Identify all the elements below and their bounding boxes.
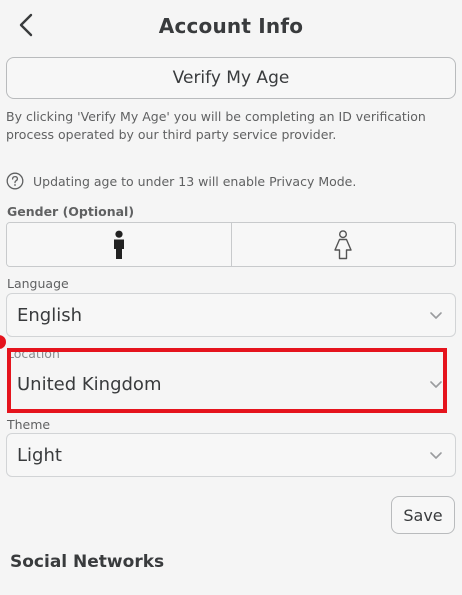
theme-label: Theme	[7, 417, 51, 432]
location-label: Location	[7, 346, 60, 361]
chevron-down-icon	[430, 381, 442, 388]
location-select[interactable]: United Kingdom	[6, 362, 456, 406]
verify-my-age-button[interactable]: Verify My Age	[6, 57, 456, 99]
privacy-mode-note: Updating age to under 13 will enable Pri…	[6, 170, 456, 192]
privacy-note-text: Updating age to under 13 will enable Pri…	[33, 173, 357, 189]
chevron-down-icon	[430, 312, 442, 319]
annotation-marker	[0, 335, 6, 349]
location-value: United Kingdom	[17, 373, 162, 395]
verification-disclaimer: By clicking 'Verify My Age' you will be …	[6, 109, 426, 143]
chevron-down-icon	[430, 452, 442, 459]
gender-label: Gender (Optional)	[7, 204, 135, 219]
female-icon	[334, 229, 352, 259]
gender-male-option[interactable]	[7, 223, 231, 266]
language-select[interactable]: English	[6, 293, 456, 337]
save-button[interactable]: Save	[391, 496, 455, 534]
chevron-left-icon	[19, 13, 33, 37]
male-icon	[113, 230, 124, 259]
help-icon[interactable]	[6, 172, 24, 190]
theme-select[interactable]: Light	[6, 433, 456, 477]
back-button[interactable]	[12, 9, 40, 41]
page-title: Account Info	[158, 14, 304, 38]
gender-female-option[interactable]	[230, 223, 455, 266]
language-value: English	[17, 304, 82, 326]
social-networks-heading: Social Networks	[10, 552, 165, 572]
language-label: Language	[7, 276, 69, 291]
top-bar: Account Info	[0, 0, 462, 52]
theme-value: Light	[17, 444, 62, 466]
gender-selector	[6, 222, 456, 267]
